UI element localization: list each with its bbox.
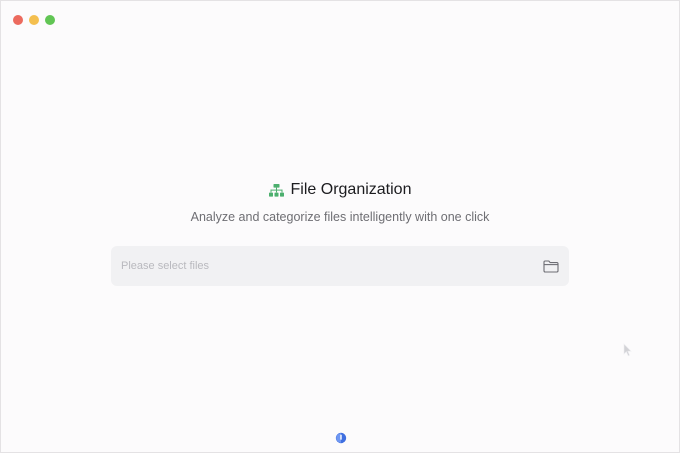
file-picker-input[interactable]: Please select files: [111, 246, 569, 286]
title-row: File Organization: [268, 179, 412, 201]
page-subtitle: Analyze and categorize files intelligent…: [190, 209, 490, 224]
hero-section: File Organization Analyze and categorize…: [1, 179, 679, 224]
mouse-cursor-icon: [623, 343, 632, 357]
folder-icon[interactable]: [543, 259, 559, 273]
file-picker-placeholder: Please select files: [121, 260, 210, 272]
zoom-window-button[interactable]: [45, 15, 55, 25]
app-window: File Organization Analyze and categorize…: [0, 0, 680, 453]
sitemap-icon: [268, 183, 284, 197]
minimize-window-button[interactable]: [29, 15, 39, 25]
close-window-button[interactable]: [13, 15, 23, 25]
page-title: File Organization: [290, 181, 412, 198]
window-controls: [13, 15, 55, 25]
app-logo-icon: [335, 432, 347, 444]
